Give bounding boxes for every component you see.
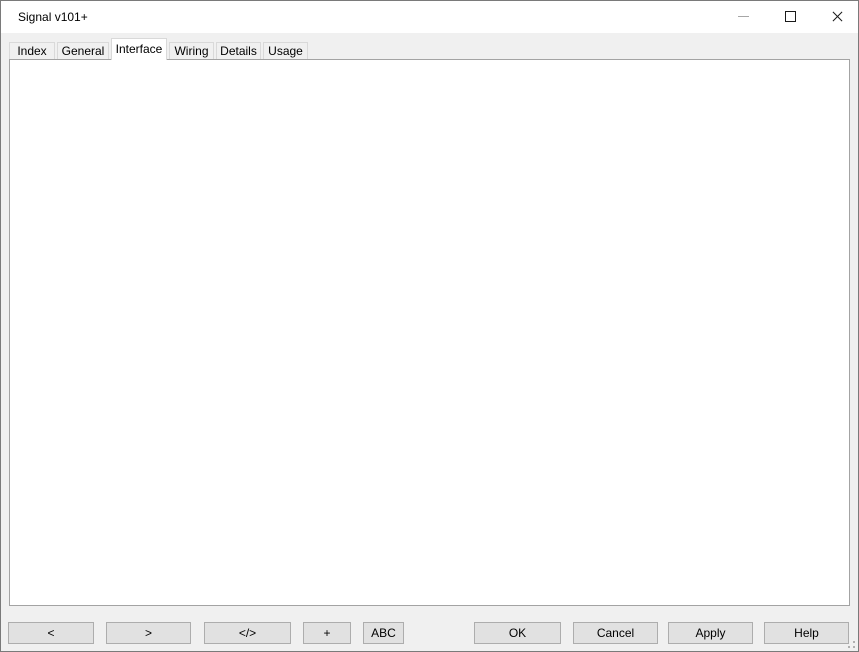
tab-general[interactable]: General <box>57 42 109 59</box>
titlebar: Signal v101+ <box>1 1 858 33</box>
tab-details[interactable]: Details <box>216 42 261 59</box>
close-button[interactable] <box>815 1 859 32</box>
apply-button[interactable]: Apply <box>668 622 753 644</box>
code-button[interactable]: </> <box>204 622 291 644</box>
interface-tab-panel <box>9 59 850 606</box>
tab-usage[interactable]: Usage <box>263 42 308 59</box>
ok-button[interactable]: OK <box>474 622 561 644</box>
tab-interface[interactable]: Interface <box>111 38 167 60</box>
cancel-button[interactable]: Cancel <box>573 622 658 644</box>
next-button[interactable]: > <box>106 622 191 644</box>
tab-wiring[interactable]: Wiring <box>169 42 214 59</box>
maximize-button[interactable] <box>768 1 813 32</box>
close-icon <box>831 10 844 23</box>
signal-dialog: Signal v101+ Index General Interface Wir… <box>0 0 859 652</box>
resize-grip[interactable] <box>843 636 855 648</box>
minimize-button[interactable] <box>721 1 766 32</box>
abc-button[interactable]: ABC <box>363 622 404 644</box>
window-title: Signal v101+ <box>18 1 88 33</box>
add-button[interactable]: + <box>303 622 351 644</box>
help-button[interactable]: Help <box>764 622 849 644</box>
minimize-icon <box>738 16 749 17</box>
tab-index[interactable]: Index <box>9 42 55 59</box>
maximize-icon <box>785 11 796 22</box>
prev-button[interactable]: < <box>8 622 94 644</box>
